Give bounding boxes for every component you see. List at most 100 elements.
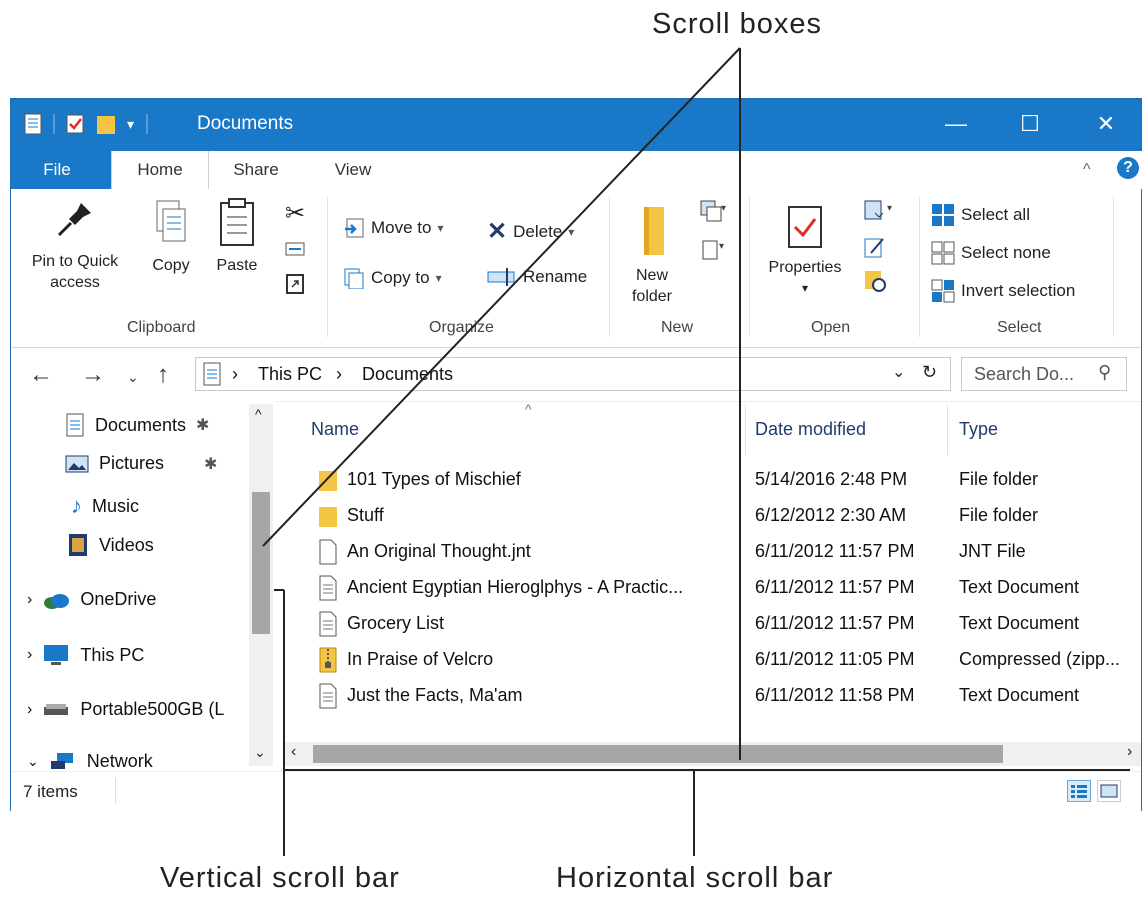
breadcrumb-documents[interactable]: Documents: [362, 364, 453, 385]
copy-path-icon[interactable]: [285, 241, 305, 257]
search-input[interactable]: Search Do... ⚲: [961, 357, 1127, 391]
select-all-button[interactable]: Select all: [931, 203, 1030, 227]
text-file-icon: [319, 683, 337, 709]
file-date: 6/11/2012 11:57 PM: [755, 541, 915, 561]
nav-item-music[interactable]: ♪ Music: [71, 493, 139, 519]
tab-share[interactable]: Share: [221, 151, 291, 189]
horizontal-scroll-box[interactable]: [313, 745, 1003, 763]
paste-icon: [220, 198, 254, 246]
up-arrow-icon[interactable]: ↑: [157, 361, 169, 389]
copy-to-button[interactable]: Copy to ▾: [343, 267, 442, 289]
vertical-scroll-bar[interactable]: ^ ⌄: [249, 404, 273, 766]
file-row[interactable]: Stuff 6/12/2012 2:30 AM File folder: [275, 499, 1141, 535]
nav-item-label: OneDrive: [80, 589, 157, 609]
new-group-label: New: [661, 319, 694, 336]
invert-selection-button[interactable]: Invert selection: [931, 279, 1075, 303]
vertical-scroll-box[interactable]: [252, 492, 270, 634]
file-type: Compressed (zipp...: [959, 649, 1121, 669]
refresh-icon[interactable]: ↻: [922, 362, 937, 383]
search-icon: ⚲: [1098, 362, 1112, 382]
file-row[interactable]: In Praise of Velcro 6/11/2012 11:05 PM C…: [275, 643, 1141, 679]
paste-shortcut-icon[interactable]: [285, 273, 305, 295]
breadcrumb-this-pc[interactable]: This PC: [258, 364, 322, 385]
column-header-date-modified[interactable]: Date modified: [755, 419, 866, 440]
move-to-button[interactable]: Move to ▾: [343, 217, 444, 239]
cut-icon[interactable]: ✂: [285, 199, 305, 228]
tab-view[interactable]: View: [321, 151, 385, 189]
delete-x-icon: ✕: [487, 218, 508, 245]
pin-icon: [57, 203, 91, 237]
select-none-button[interactable]: Select none: [931, 241, 1051, 265]
address-toolbar: ← → ⌄ ↑ › This PC › Documents ⌄ ↻ Search…: [11, 349, 1141, 402]
undo-check-icon[interactable]: [65, 113, 85, 135]
column-header-type[interactable]: Type: [959, 419, 998, 440]
large-icons-view-icon[interactable]: [1097, 780, 1121, 802]
expand-chevron-icon[interactable]: ›: [27, 646, 32, 664]
tab-home[interactable]: Home: [111, 151, 209, 189]
nav-item-pictures[interactable]: Pictures ✱: [65, 453, 217, 474]
nav-item-documents[interactable]: Documents ✱: [65, 413, 209, 437]
close-button[interactable]: ✕: [1081, 109, 1131, 139]
search-placeholder: Search Do...: [974, 364, 1075, 384]
file-row[interactable]: An Original Thought.jnt 6/11/2012 11:57 …: [275, 535, 1141, 571]
forward-arrow-icon[interactable]: →: [81, 361, 105, 389]
collapse-chevron-icon[interactable]: ⌄: [27, 753, 39, 770]
new-folder-qa-icon[interactable]: [95, 113, 119, 135]
paste-button[interactable]: Paste: [207, 197, 267, 276]
file-row[interactable]: 101 Types of Mischief 5/14/2016 2:48 PM …: [275, 463, 1141, 499]
callout-scroll-boxes: Scroll boxes: [652, 8, 822, 40]
nav-item-label: Portable500GB (L:): [80, 699, 227, 719]
file-row[interactable]: Ancient Egyptian Hieroglphys - A Practic…: [275, 571, 1141, 607]
help-icon[interactable]: ?: [1117, 157, 1139, 179]
column-header-name[interactable]: Name: [311, 419, 359, 440]
history-icon[interactable]: [863, 269, 887, 293]
scroll-down-arrow-icon[interactable]: ⌄: [254, 744, 266, 761]
file-row[interactable]: Grocery List 6/11/2012 11:57 PM Text Doc…: [275, 607, 1141, 643]
nav-item-this-pc[interactable]: › This PC: [27, 643, 144, 667]
nav-item-network[interactable]: ⌄ Network: [27, 751, 153, 771]
scroll-up-arrow-icon[interactable]: ^: [255, 406, 262, 422]
address-dropdown-chevron-icon[interactable]: ⌄: [892, 362, 905, 382]
horizontal-scroll-bar[interactable]: ‹ ›: [285, 742, 1141, 766]
rename-button[interactable]: Rename: [487, 267, 587, 287]
delete-label: Delete: [513, 221, 563, 241]
pin-to-quick-access-button[interactable]: Pin to Quick access: [15, 197, 135, 293]
new-item-icon[interactable]: ▾: [697, 199, 727, 225]
file-name: Grocery List: [347, 613, 445, 633]
customize-qa-chevron-icon[interactable]: ▾: [127, 116, 134, 133]
scroll-right-arrow-icon[interactable]: ›: [1127, 743, 1132, 761]
expand-chevron-icon[interactable]: ›: [27, 701, 32, 719]
text-file-icon: [319, 611, 337, 637]
edit-icon[interactable]: [863, 235, 887, 259]
svg-text:▾: ▾: [721, 203, 726, 214]
nav-item-onedrive[interactable]: › OneDrive: [27, 589, 156, 610]
copy-to-chevron-icon: ▾: [435, 271, 442, 285]
minimize-button[interactable]: —: [931, 109, 981, 139]
collapse-ribbon-chevron-icon[interactable]: ^: [1083, 161, 1091, 179]
easy-access-icon[interactable]: ▾: [697, 237, 727, 263]
open-icon[interactable]: ▾: [863, 199, 899, 223]
properties-doc-icon[interactable]: [23, 113, 43, 135]
scroll-left-arrow-icon[interactable]: ‹: [291, 743, 296, 761]
maximize-button[interactable]: ☐: [1005, 109, 1055, 139]
file-row[interactable]: Just the Facts, Ma'am 6/11/2012 11:58 PM…: [275, 679, 1141, 715]
select-none-icon: [931, 241, 955, 265]
recent-locations-chevron-icon[interactable]: ⌄: [127, 369, 139, 386]
expand-chevron-icon[interactable]: ›: [27, 591, 32, 609]
tab-file[interactable]: File: [11, 151, 103, 189]
computer-icon: [44, 645, 69, 665]
callout-horizontal-scroll-bar: Horizontal scroll bar: [556, 862, 834, 894]
details-view-icon[interactable]: [1067, 780, 1091, 802]
copy-button[interactable]: Copy: [141, 197, 201, 276]
address-bar[interactable]: › This PC › Documents ⌄ ↻: [195, 357, 951, 391]
file-date: 6/11/2012 11:57 PM: [755, 613, 915, 633]
delete-button[interactable]: ✕ Delete ▾: [487, 217, 574, 246]
window-title: Documents: [197, 113, 294, 134]
new-folder-button[interactable]: New folder: [619, 205, 685, 307]
back-arrow-icon[interactable]: ←: [29, 361, 53, 389]
properties-button[interactable]: Properties ▾: [757, 205, 853, 299]
nav-item-portable-drive[interactable]: › Portable500GB (L:): [27, 699, 226, 720]
move-to-icon: [345, 218, 364, 238]
svg-text:▾: ▾: [887, 203, 892, 214]
nav-item-videos[interactable]: Videos: [67, 533, 154, 557]
